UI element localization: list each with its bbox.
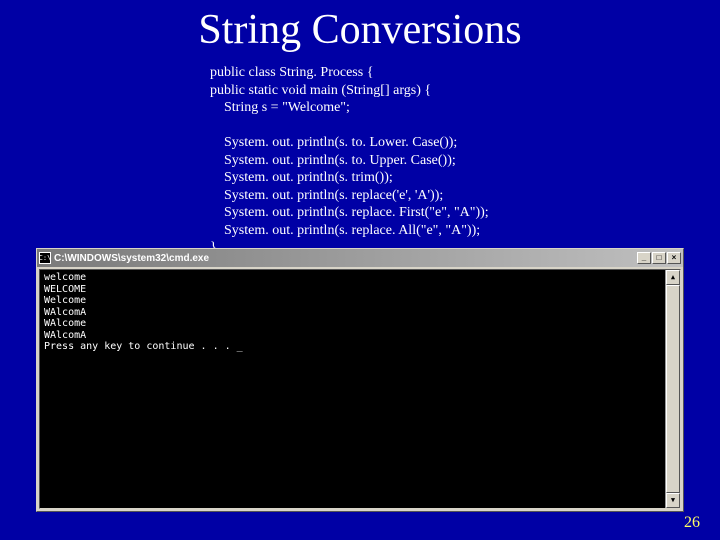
console-line: Press any key to continue . . . _ [44, 341, 676, 353]
code-block: public class String. Process { public st… [210, 64, 720, 274]
scroll-down-icon[interactable]: ▼ [666, 493, 680, 508]
scroll-track[interactable] [666, 285, 680, 493]
scroll-thumb[interactable] [666, 285, 680, 493]
minimize-button[interactable]: _ [637, 252, 651, 264]
scrollbar[interactable]: ▲ ▼ [665, 270, 680, 508]
code-line: System. out. println(s. to. Lower. Case(… [224, 134, 720, 152]
page-number: 26 [684, 514, 700, 532]
code-line: String s = "Welcome"; [224, 99, 720, 117]
code-line: System. out. println(s. trim()); [224, 169, 720, 187]
maximize-button[interactable]: □ [652, 252, 666, 264]
scroll-up-icon[interactable]: ▲ [666, 270, 680, 285]
code-line: public class String. Process { [210, 64, 720, 82]
console-line: WAlcomA [44, 330, 676, 342]
code-line: System. out. println(s. replace('e', 'A'… [224, 187, 720, 205]
window-icon: C:\ [39, 252, 51, 264]
console-line: WAlcome [44, 318, 676, 330]
window-title: C:\WINDOWS\system32\cmd.exe [54, 253, 637, 264]
slide-title: String Conversions [0, 0, 720, 64]
console-line: welcome [44, 272, 676, 284]
code-line: System. out. println(s. replace. First("… [224, 204, 720, 222]
console-line: Welcome [44, 295, 676, 307]
code-line: public static void main (String[] args) … [210, 82, 720, 100]
console-window: C:\ C:\WINDOWS\system32\cmd.exe _ □ × we… [36, 248, 684, 512]
console-output: welcome WELCOME Welcome WAlcomA WAlcome … [39, 269, 681, 509]
console-line: WAlcomA [44, 307, 676, 319]
code-line [210, 117, 720, 135]
code-line: System. out. println(s. to. Upper. Case(… [224, 152, 720, 170]
code-line: System. out. println(s. replace. All("e"… [224, 222, 720, 240]
close-button[interactable]: × [667, 252, 681, 264]
window-titlebar: C:\ C:\WINDOWS\system32\cmd.exe _ □ × [37, 249, 683, 267]
window-controls: _ □ × [637, 252, 681, 264]
cmd-icon: C:\ [39, 255, 52, 262]
console-line: WELCOME [44, 284, 676, 296]
